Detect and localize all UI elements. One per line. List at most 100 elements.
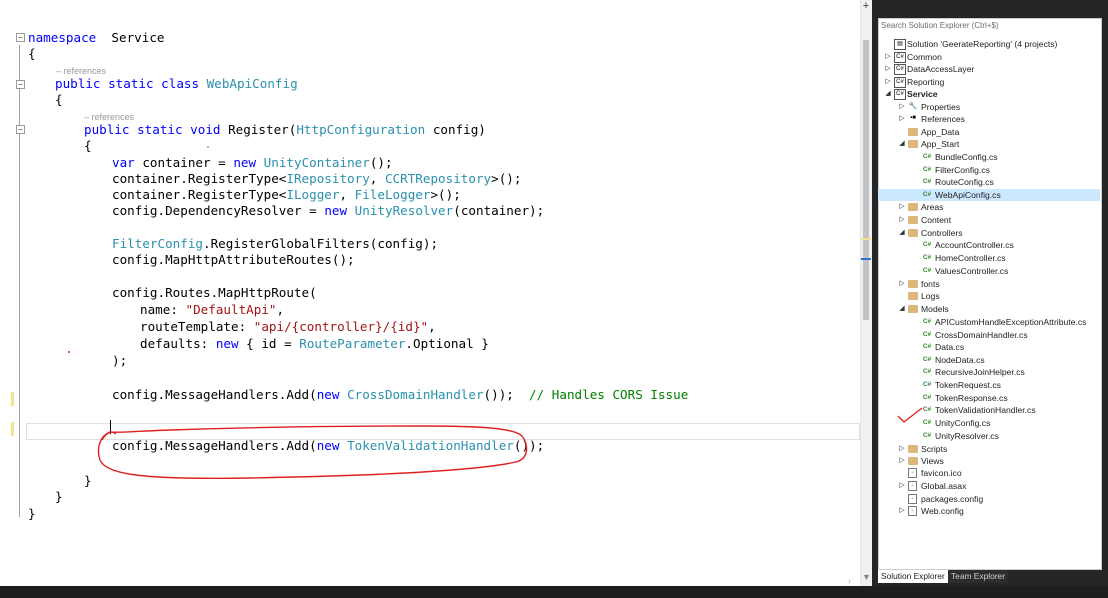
collapse-arrow-icon[interactable]: ◢ — [898, 227, 906, 239]
tree-item-label: ValuesController.cs — [935, 266, 1009, 276]
folder-icon — [908, 128, 918, 136]
tree-item-label: UnityResolver.cs — [935, 431, 999, 441]
tree-item-label: favicon.ico — [921, 468, 962, 478]
expand-arrow-icon[interactable]: ▷ — [898, 480, 906, 492]
csharp-file-icon: C# — [922, 166, 932, 173]
tree-item-label: UnityConfig.cs — [935, 418, 991, 428]
file-icon: ▫ — [908, 481, 917, 491]
expand-arrow-icon[interactable]: ▷ — [898, 101, 906, 113]
tree-item-label: TokenRequest.cs — [935, 380, 1001, 390]
tree-item-label: CrossDomainHandler.cs — [935, 330, 1028, 340]
tree-item-label: Logs — [921, 291, 940, 301]
tree-item-label: Data.cs — [935, 342, 965, 352]
expand-arrow-icon[interactable]: ▷ — [898, 201, 906, 213]
csharp-file-icon: C# — [922, 356, 932, 363]
collapse-arrow-icon[interactable]: ◢ — [898, 138, 906, 150]
file-icon: ▫ — [908, 468, 917, 478]
project-icon: C# — [894, 89, 906, 100]
tree-item-label: HomeController.cs — [935, 253, 1006, 263]
project-icon: C# — [894, 52, 906, 63]
tree-item-label: Global.asax — [921, 481, 967, 491]
folder-icon — [908, 305, 918, 313]
expand-arrow-icon[interactable]: ▷ — [898, 113, 906, 125]
annotation-dot — [207, 146, 209, 148]
annotation-dot — [659, 395, 661, 397]
status-bar — [0, 586, 1108, 598]
wrench-icon: 🔧 — [908, 103, 918, 110]
tree-item-label: Views — [921, 456, 944, 466]
tree-item-label: BundleConfig.cs — [935, 152, 998, 162]
tree-item-label: Properties — [921, 102, 961, 112]
tree-item-label: DataAccessLayer — [907, 64, 975, 74]
tree-item-label: App_Data — [921, 127, 960, 137]
tree-item-label: RouteConfig.cs — [935, 177, 994, 187]
tree-item-label: Controllers — [921, 228, 963, 238]
csharp-file-icon: C# — [922, 381, 932, 388]
tree-item-label: RecursiveJoinHelper.cs — [935, 367, 1025, 377]
tree-item[interactable] — [878, 341, 1100, 353]
folder-icon — [908, 140, 918, 148]
csharp-file-icon: C# — [922, 368, 932, 375]
expand-arrow-icon[interactable]: ▷ — [898, 214, 906, 226]
annotation-circle — [97, 425, 528, 480]
expand-arrow-icon[interactable]: ▷ — [898, 455, 906, 467]
tree-item-label: fonts — [921, 279, 940, 289]
folder-icon — [908, 229, 918, 237]
collapse-arrow-icon[interactable]: ◢ — [884, 88, 892, 100]
tree-item-label: AccountController.cs — [935, 240, 1014, 250]
scroll-right-icon[interactable]: › — [848, 576, 851, 586]
tree-item-label: Service — [907, 89, 938, 99]
expand-arrow-icon[interactable]: ▷ — [898, 505, 906, 517]
solution-icon: ▤ — [894, 39, 906, 50]
code-editor[interactable]: − − − namespace Service { – references p… — [0, 0, 860, 586]
csharp-file-icon: C# — [922, 267, 932, 274]
tree-item-label: Content — [921, 215, 952, 225]
tree-item-label: Solution 'GeerateReporting' (4 projects) — [907, 39, 1058, 49]
tree-item-label: APICustomHandleExceptionAttribute.cs — [935, 317, 1087, 327]
csharp-file-icon: C# — [922, 241, 932, 248]
tree-item-label: TokenValidationHandler.cs — [935, 405, 1036, 415]
split-editor-icon[interactable]: + — [861, 1, 871, 12]
tree-item-label: Scripts — [921, 444, 948, 454]
expand-arrow-icon[interactable]: ▷ — [898, 278, 906, 290]
annotation-dot — [68, 351, 70, 353]
red-annotation-overlay — [68, 146, 661, 480]
collapse-arrow-icon[interactable]: ◢ — [898, 303, 906, 315]
folder-icon — [908, 203, 918, 211]
scroll-down-icon[interactable]: ▼ — [862, 572, 871, 582]
expand-arrow-icon[interactable]: ▷ — [898, 443, 906, 455]
tree-item-label: Reporting — [907, 77, 945, 87]
folder-icon — [908, 292, 918, 300]
csharp-file-icon: C# — [922, 191, 932, 198]
csharp-file-icon: C# — [922, 178, 932, 185]
tree-item-label: References — [921, 114, 965, 124]
project-icon: C# — [894, 64, 906, 75]
file-icon: ▫ — [908, 494, 917, 504]
tree-item-label: Models — [921, 304, 949, 314]
folder-icon — [908, 280, 918, 288]
tree-item-label: packages.config — [921, 494, 984, 504]
csharp-file-icon: C# — [922, 343, 932, 350]
expand-arrow-icon[interactable]: ▷ — [884, 76, 892, 88]
tree-item-label: App_Start — [921, 139, 960, 149]
tab-solution-explorer[interactable]: Solution Explorer — [878, 570, 948, 583]
csharp-file-icon: C# — [922, 432, 932, 439]
expand-arrow-icon[interactable]: ▷ — [884, 51, 892, 63]
tree-item[interactable] — [878, 354, 1100, 366]
checkmark-stroke — [897, 407, 923, 423]
csharp-file-icon: C# — [922, 318, 932, 325]
expand-arrow-icon[interactable]: ▷ — [884, 63, 892, 75]
tree-item-label: NodeData.cs — [935, 355, 985, 365]
tab-team-explorer[interactable]: Team Explorer — [948, 570, 1008, 583]
scrollbar-caret-marker — [861, 258, 871, 260]
scrollbar-thumb[interactable] — [863, 40, 869, 320]
tree-item-label: Areas — [921, 202, 944, 212]
tree-item-label: TokenResponse.cs — [935, 393, 1008, 403]
folder-icon — [908, 216, 918, 224]
project-icon: C# — [894, 77, 906, 88]
solution-explorer-search-input[interactable]: Search Solution Explorer (Ctrl+$) — [878, 19, 1071, 33]
csharp-file-icon: C# — [922, 331, 932, 338]
scrollbar-change-marker — [861, 238, 871, 240]
annotation-checkmark — [897, 407, 923, 423]
tree-item-label: FilterConfig.cs — [935, 165, 990, 175]
